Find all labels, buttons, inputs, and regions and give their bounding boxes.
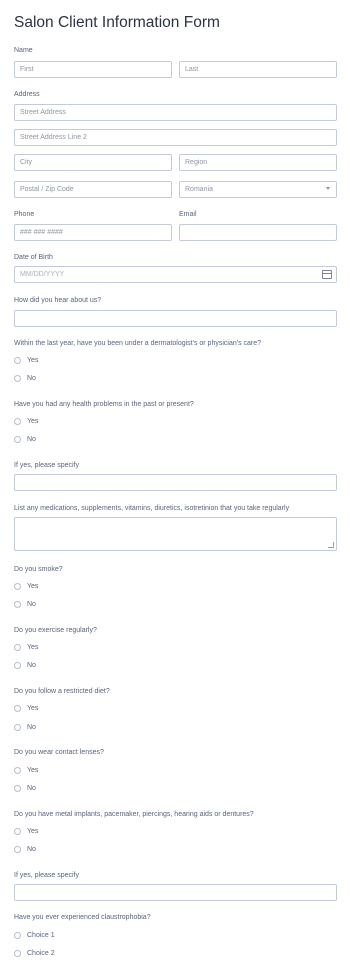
exercise-no-option[interactable]: No xyxy=(14,662,36,669)
radio-button[interactable] xyxy=(14,724,21,731)
option-label: Choice 2 xyxy=(27,950,55,957)
diet-yes-option[interactable]: Yes xyxy=(14,705,38,712)
option-label: No xyxy=(27,601,36,608)
claustrophobia-question-label: Have you ever experienced claustrophobia… xyxy=(14,914,151,921)
option-label: No xyxy=(27,785,36,792)
radio-button[interactable] xyxy=(14,705,21,712)
diet-question-label: Do you follow a restricted diet? xyxy=(14,688,110,695)
smoke-no-option[interactable]: No xyxy=(14,601,36,608)
care-yes-option[interactable]: Yes xyxy=(14,357,38,364)
heard-about-label: How did you hear about us? xyxy=(14,297,102,304)
option-label: No xyxy=(27,846,36,853)
country-select[interactable]: Romania xyxy=(179,181,337,198)
claustrophobia-choice2-option[interactable]: Choice 2 xyxy=(14,950,55,957)
phone-input[interactable]: ### ### #### xyxy=(14,224,172,241)
radio-button[interactable] xyxy=(14,418,21,425)
implants-yes-option[interactable]: Yes xyxy=(14,828,38,835)
phone-label: Phone xyxy=(14,211,35,218)
exercise-question-label: Do you exercise regularly? xyxy=(14,627,97,634)
radio-button[interactable] xyxy=(14,644,21,651)
street-address-line2-input[interactable]: Street Address Line 2 xyxy=(14,129,337,146)
implants-no-option[interactable]: No xyxy=(14,846,36,853)
radio-button[interactable] xyxy=(14,785,21,792)
specify-implants-label: If yes, please specify xyxy=(14,872,79,879)
health-no-option[interactable]: No xyxy=(14,436,36,443)
medications-textarea[interactable] xyxy=(14,517,337,551)
option-label: Choice 1 xyxy=(27,932,55,939)
exercise-yes-option[interactable]: Yes xyxy=(14,644,38,651)
health-question-label: Have you had any health problems in the … xyxy=(14,401,194,408)
radio-button[interactable] xyxy=(14,846,21,853)
option-label: Yes xyxy=(27,828,39,835)
option-label: No xyxy=(27,375,36,382)
diet-no-option[interactable]: No xyxy=(14,724,36,731)
region-input[interactable]: Region xyxy=(179,154,337,171)
option-label: Yes xyxy=(27,767,39,774)
option-label: Yes xyxy=(27,705,39,712)
dob-label: Date of Birth xyxy=(14,254,53,261)
specify-implants-input[interactable] xyxy=(14,884,337,901)
option-label: No xyxy=(27,724,36,731)
lenses-question-label: Do you wear contact lenses? xyxy=(14,749,104,756)
address-label: Address xyxy=(14,91,40,98)
dob-placeholder: MM/DD/YYYY xyxy=(20,271,65,278)
radio-button[interactable] xyxy=(14,357,21,364)
smoke-yes-option[interactable]: Yes xyxy=(14,583,38,590)
health-yes-option[interactable]: Yes xyxy=(14,418,38,425)
implants-question-label: Do you have metal implants, pacemaker, p… xyxy=(14,811,254,818)
email-input[interactable] xyxy=(179,224,337,241)
lenses-yes-option[interactable]: Yes xyxy=(14,767,38,774)
medications-label: List any medications, supplements, vitam… xyxy=(14,505,290,512)
option-label: Yes xyxy=(27,418,39,425)
specify-health-label: If yes, please specify xyxy=(14,462,79,469)
email-label: Email xyxy=(179,211,197,218)
radio-button[interactable] xyxy=(14,375,21,382)
radio-button[interactable] xyxy=(14,601,21,608)
option-label: No xyxy=(27,436,36,443)
option-label: Yes xyxy=(27,644,39,651)
option-label: Yes xyxy=(27,357,39,364)
heard-about-input[interactable] xyxy=(14,310,337,327)
first-name-input[interactable]: First xyxy=(14,61,172,78)
radio-button[interactable] xyxy=(14,950,21,957)
smoke-question-label: Do you smoke? xyxy=(14,566,63,573)
claustrophobia-choice1-option[interactable]: Choice 1 xyxy=(14,932,55,939)
specify-health-input[interactable] xyxy=(14,474,337,491)
radio-button[interactable] xyxy=(14,767,21,774)
calendar-icon[interactable] xyxy=(322,270,332,279)
radio-button[interactable] xyxy=(14,662,21,669)
radio-button[interactable] xyxy=(14,436,21,443)
radio-button[interactable] xyxy=(14,828,21,835)
option-label: Yes xyxy=(27,583,39,590)
country-select-value: Romania xyxy=(185,186,214,193)
option-label: No xyxy=(27,662,36,669)
city-input[interactable]: City xyxy=(14,154,172,171)
radio-button[interactable] xyxy=(14,932,21,939)
dob-input[interactable]: MM/DD/YYYY xyxy=(14,266,337,283)
street-address-input[interactable]: Street Address xyxy=(14,104,337,121)
resize-handle-icon[interactable] xyxy=(328,542,334,548)
care-no-option[interactable]: No xyxy=(14,375,36,382)
chevron-down-icon xyxy=(326,187,330,190)
last-name-input[interactable]: Last xyxy=(179,61,337,78)
care-question-label: Within the last year, have you been unde… xyxy=(14,340,262,347)
radio-button[interactable] xyxy=(14,583,21,590)
form-title: Salon Client Information Form xyxy=(14,14,220,31)
lenses-no-option[interactable]: No xyxy=(14,785,36,792)
postal-code-input[interactable]: Postal / Zip Code xyxy=(14,181,172,198)
name-label: Name xyxy=(14,47,33,54)
